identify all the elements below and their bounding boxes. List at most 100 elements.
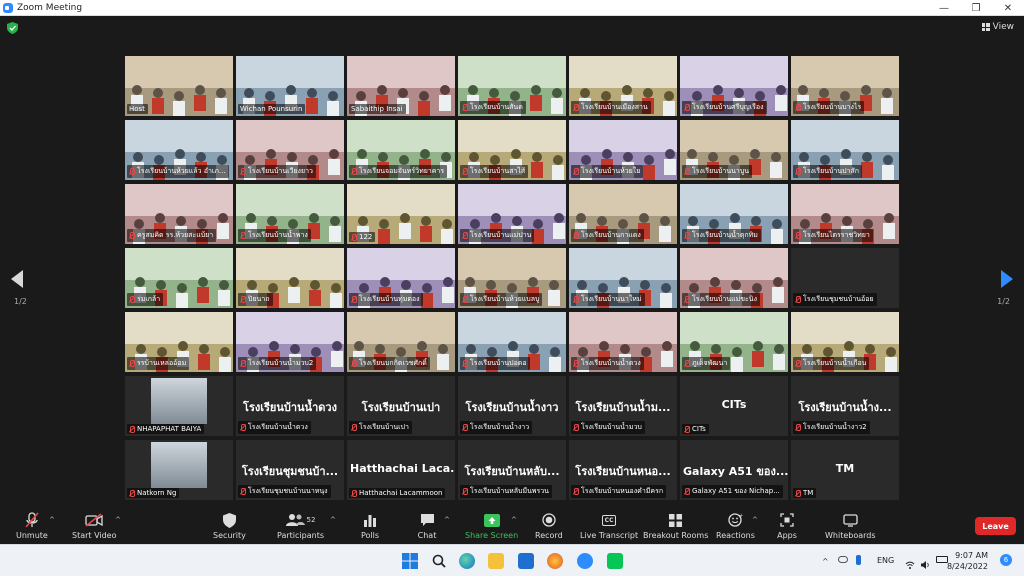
close-button[interactable]: ✕ [992, 0, 1024, 16]
reactions-options-caret[interactable]: ^ [752, 516, 758, 524]
participant-tile[interactable]: โรงเรียนบ้านน้ำงาว โรงเรียนบ้านน้ำงาว [458, 376, 566, 436]
chat-button[interactable]: Chat [417, 512, 437, 540]
participant-tile[interactable]: ปิยนาถ [236, 248, 344, 308]
live-transcript-button[interactable]: CC Live Transcript [580, 512, 638, 540]
participant-tile[interactable]: โรงเรียนบ้านน้ำตุกทิม [680, 184, 788, 244]
share-options-caret[interactable]: ^ [511, 516, 517, 524]
firefox-browser-icon[interactable] [547, 553, 563, 569]
participant-tile[interactable]: โรงเรียนบ้านนาบูน [680, 120, 788, 180]
breakout-rooms-button[interactable]: Breakout Rooms [643, 512, 708, 540]
system-clock[interactable]: 9:07 AM 8/24/2022 [947, 550, 988, 572]
participant-tile[interactable]: โรงเรียนบ้านสาไส้ [458, 120, 566, 180]
participant-tile[interactable]: โรงเรียนบ้านน้ำเกือน [791, 312, 899, 372]
participant-tile[interactable]: CITs CITs [680, 376, 788, 436]
start-video-button[interactable]: Start Video [72, 512, 117, 540]
participant-tile[interactable]: 122 [347, 184, 455, 244]
security-button[interactable]: Security [213, 512, 246, 540]
input-language[interactable]: ENG [877, 556, 894, 565]
participant-name-label: โรงเรียนบ้านปาสัก [793, 165, 863, 178]
participant-tile[interactable]: โรงเรียนบ้านเปา โรงเรียนบ้านเปา [347, 376, 455, 436]
tray-overflow-caret[interactable]: ^ [822, 557, 829, 566]
participant-tile[interactable]: Sabaithip Insai [347, 56, 455, 116]
participant-tile[interactable]: โรงเรียนบ้านศรีบุญเรือง [680, 56, 788, 116]
reactions-button[interactable]: + Reactions [716, 512, 755, 540]
previous-page-arrow-icon[interactable] [11, 270, 23, 288]
participant-tile[interactable]: โรงเรียนบ้านปาสัก [791, 120, 899, 180]
muted-mic-icon [129, 168, 135, 175]
record-button[interactable]: Record [535, 512, 563, 540]
participant-tile[interactable]: โรงเรียนจอมจันทร์วิทยาคาร [347, 120, 455, 180]
participant-name-label: โรงเรียนไตรราชวิทยา [793, 229, 873, 242]
minimize-button[interactable]: — [928, 0, 960, 16]
line-app-icon[interactable] [607, 553, 623, 569]
muted-mic-icon [240, 168, 246, 175]
next-page-arrow-icon[interactable] [1001, 270, 1013, 288]
chat-bubble-icon [417, 512, 437, 528]
zoom-app-icon[interactable] [577, 553, 593, 569]
unmute-button[interactable]: Unmute [16, 512, 48, 540]
participant-tile[interactable]: โรงเรียนบ้านบางไร [791, 56, 899, 116]
participant-tile[interactable]: โรงเรียนบ้านน้ำดวง โรงเรียนบ้านน้ำดวง [236, 376, 344, 436]
encryption-shield-icon[interactable] [7, 22, 18, 34]
polls-button[interactable]: Polls [360, 512, 380, 540]
participant-tile[interactable]: โรงเรียนบ้านกาแดง [569, 184, 677, 244]
file-explorer-icon[interactable] [488, 553, 504, 569]
participant-tile[interactable]: โรงเรียนบ้านทุ่มตอง [347, 248, 455, 308]
participant-tile[interactable]: ภูเด็จพัฒนา [680, 312, 788, 372]
participants-button[interactable]: 52 Participants [277, 512, 324, 540]
whiteboards-button[interactable]: Whiteboards [825, 512, 876, 540]
participant-tile[interactable]: โรงเรียนบ้านน้ำมวบ2 [236, 312, 344, 372]
participant-tile[interactable]: รรบ้านเหล่ออ้อม [125, 312, 233, 372]
participant-tile[interactable]: Hatthachai Laca... Hatthachai Lacammoon [347, 440, 455, 500]
maximize-button[interactable]: ❐ [960, 0, 992, 16]
participant-tile[interactable]: Wichan Pounsurin [236, 56, 344, 116]
cloud-icon[interactable] [838, 556, 848, 563]
participant-tile[interactable]: TM TM [791, 440, 899, 500]
participant-tile[interactable]: โรงเรียนบ้านสันต [458, 56, 566, 116]
muted-mic-icon [684, 104, 690, 111]
view-button[interactable]: View [981, 22, 1014, 32]
mail-icon[interactable] [518, 553, 534, 569]
participant-tile[interactable]: โรงเรียนบ้านเวียงยาว [236, 120, 344, 180]
participant-tile[interactable]: โรงเรียนบ้านหนอ... โรงเรียนบ้านหนองคำมีคร… [569, 440, 677, 500]
participant-tile[interactable]: โรงเรียนบ้านน้ำง... โรงเรียนบ้านน้ำงาว2 [791, 376, 899, 436]
participant-tile[interactable]: โรงเรียนบ้านหลับ... โรงเรียนบ้านหลับมืนพร… [458, 440, 566, 500]
participant-tile[interactable]: โรงเรียนบ้านห้วยแล้ว อำเภ... [125, 120, 233, 180]
edge-browser-icon[interactable] [459, 553, 475, 569]
chat-options-caret[interactable]: ^ [444, 516, 450, 524]
participant-tile[interactable]: โรงเรียนบ้านห้วยใย [569, 120, 677, 180]
audio-options-caret[interactable]: ^ [49, 516, 55, 524]
participant-tile[interactable]: ครูสมคิด รร.ห้วยสะแบ้ยา [125, 184, 233, 244]
muted-mic-icon [684, 232, 690, 239]
participant-tile[interactable]: Galaxy A51 ของ... Galaxy A51 ของ Nichap..… [680, 440, 788, 500]
participant-tile[interactable]: โรงเรียนบ้านแม่ปาน [458, 184, 566, 244]
participant-tile[interactable]: โรงเรียนบ้านห้วยแบลบู [458, 248, 566, 308]
participant-tile[interactable]: Host [125, 56, 233, 116]
participant-tile[interactable]: โรงเรียนบ้านน้ำพาง [236, 184, 344, 244]
participant-tile[interactable]: โรงเรียนชุมชนบ้านอ้อย [791, 248, 899, 308]
participant-tile[interactable]: โรงเรียนบ้านปอดอ [458, 312, 566, 372]
participants-options-caret[interactable]: ^ [330, 516, 336, 524]
speaker-icon[interactable] [920, 555, 930, 569]
participant-name-text: โรงเรียนบ้านกาแดง [581, 231, 641, 239]
participant-tile[interactable]: โรงเรียนชุมชนบ้า... โรงเรียนชุมชนบ้านนาหน… [236, 440, 344, 500]
participant-tile[interactable]: โรงเรียนบ้านเมืองสาน [569, 56, 677, 116]
search-icon[interactable] [431, 553, 447, 569]
participant-tile[interactable]: โรงเรียนบกกิตเวชศักดิ์ [347, 312, 455, 372]
participant-tile[interactable]: โรงเรียนบ้านน้ำม... โรงเรียนบ้านน้ำมวบ [569, 376, 677, 436]
participant-tile[interactable]: NHAPAPHAT BAIYA [125, 376, 233, 436]
video-options-caret[interactable]: ^ [115, 516, 121, 524]
participant-tile[interactable]: Natkorn Ng [125, 440, 233, 500]
participant-name-text: โรงเรียนบ้านเมืองสาน [581, 103, 648, 111]
notification-badge[interactable]: 6 [1000, 554, 1012, 566]
microphone-tray-icon[interactable] [856, 555, 861, 565]
wifi-icon[interactable] [905, 555, 915, 569]
participant-tile[interactable]: โรงเรียนไตรราชวิทยา [791, 184, 899, 244]
participant-tile[interactable]: โรงเรียนบ้านแม่ขะนิง [680, 248, 788, 308]
participant-tile[interactable]: โรงเรียนบ้านนาใหม่ [569, 248, 677, 308]
apps-button[interactable]: Apps [777, 512, 797, 540]
leave-button[interactable]: Leave [975, 517, 1016, 535]
participant-tile[interactable]: โรงเรียนบ้านน้ำดวง [569, 312, 677, 372]
windows-start-icon[interactable] [402, 553, 418, 569]
participant-tile[interactable]: ร่มเกล้า [125, 248, 233, 308]
